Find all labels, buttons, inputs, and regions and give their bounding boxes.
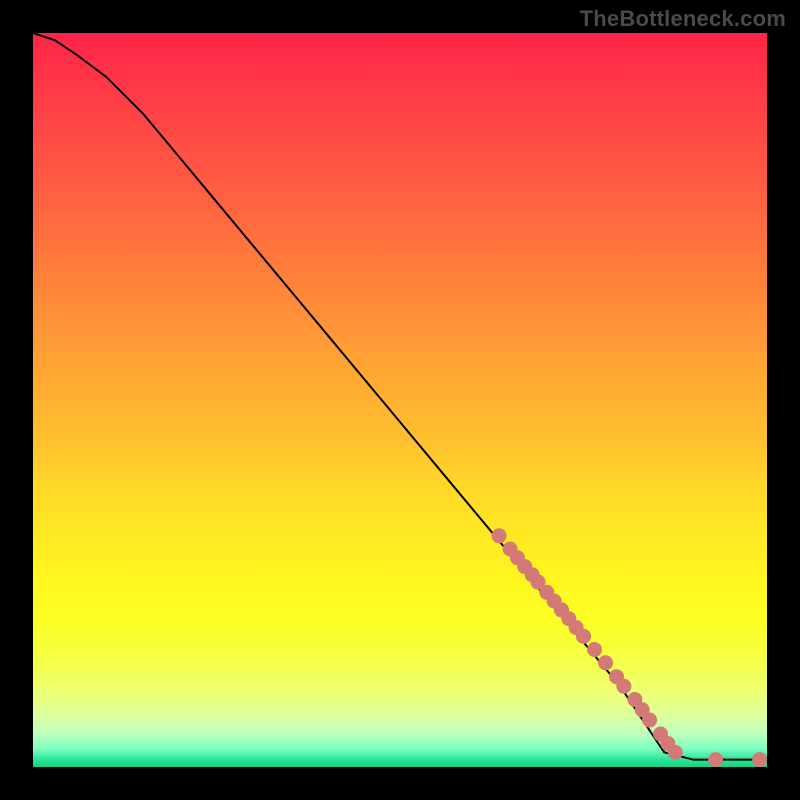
plot-area — [33, 33, 767, 767]
watermark-text: TheBottleneck.com — [580, 6, 786, 32]
curve-line — [33, 33, 767, 760]
chart-frame: TheBottleneck.com — [0, 0, 800, 800]
chart-overlay — [33, 33, 767, 767]
marker-points — [492, 528, 767, 767]
